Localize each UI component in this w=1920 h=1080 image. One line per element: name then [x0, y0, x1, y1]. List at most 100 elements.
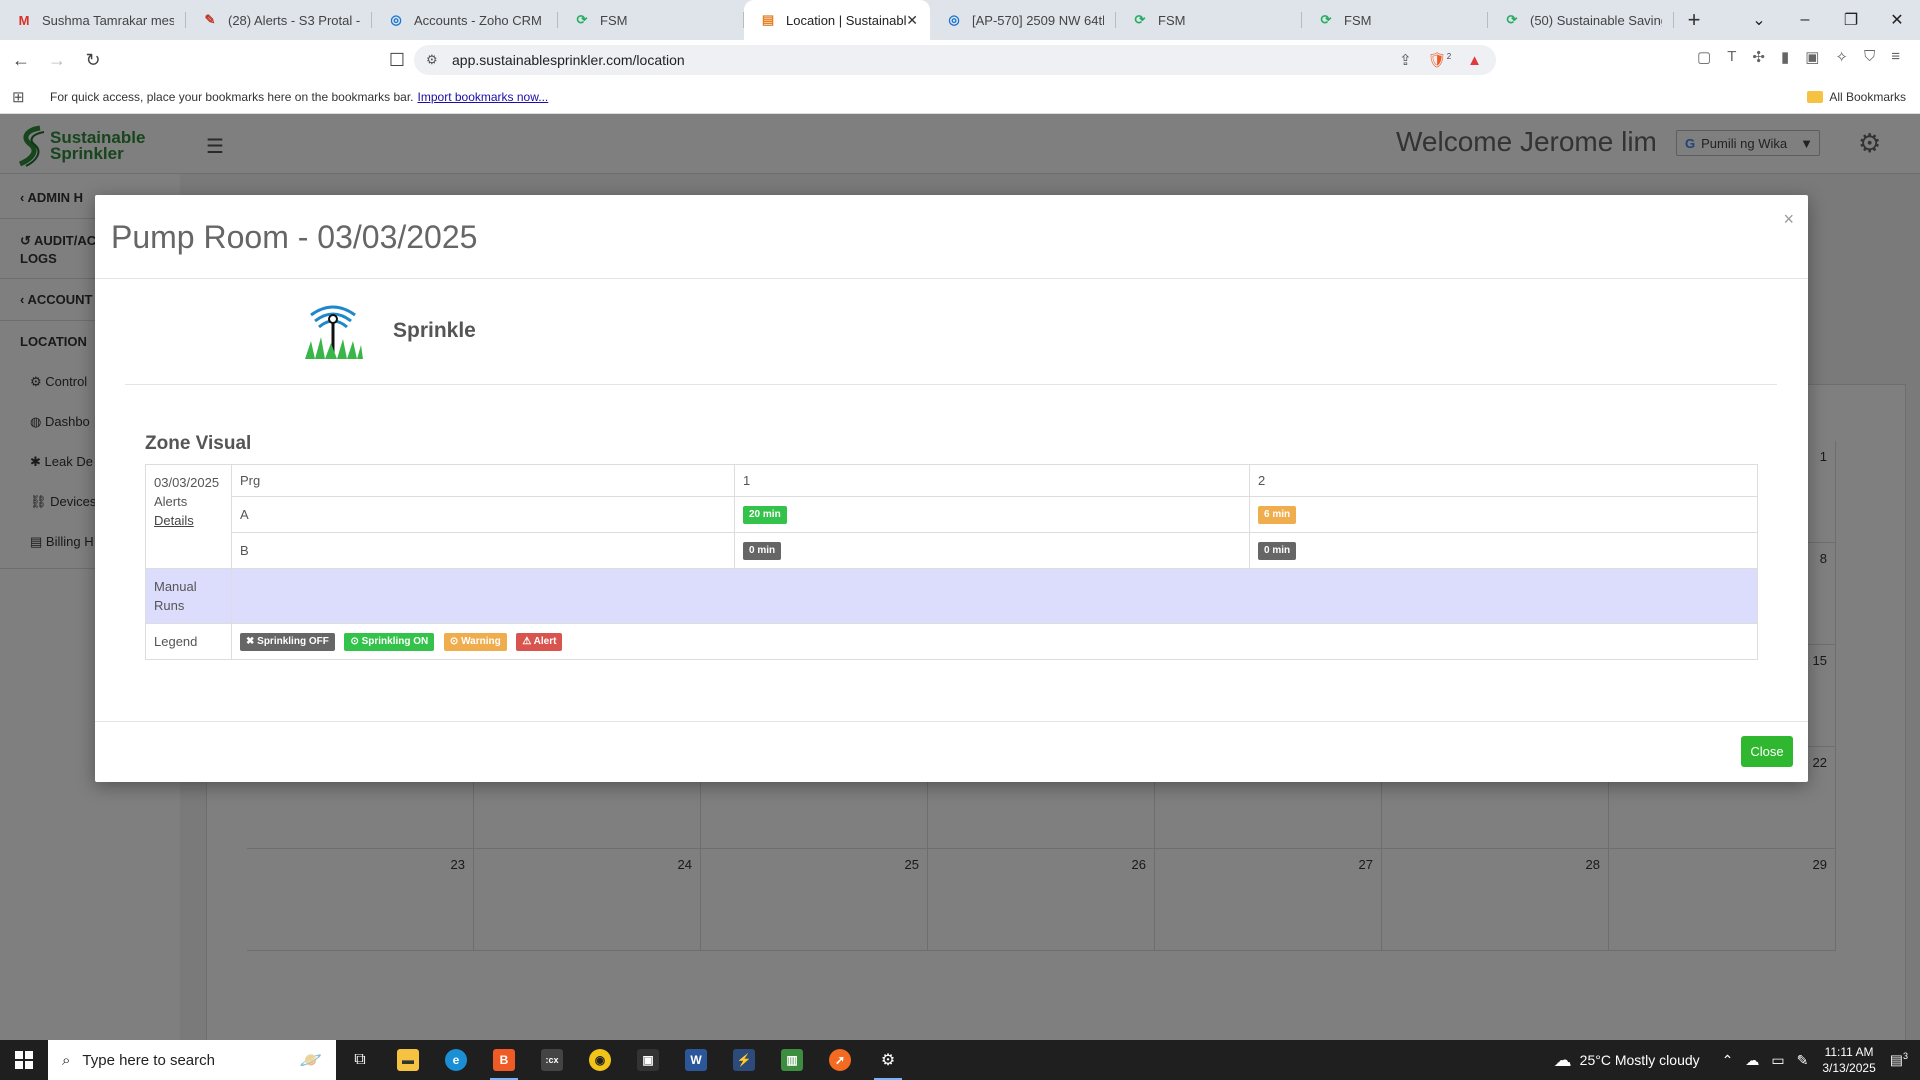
- search-placeholder: Type here to search: [82, 1051, 215, 1069]
- manual-runs-row: Manual Runs: [145, 568, 1758, 624]
- browser-tab[interactable]: ⟳ FSM: [1116, 0, 1302, 40]
- table-row: A 20 min 6 min: [146, 496, 1758, 533]
- site-info-icon[interactable]: ⚙: [426, 52, 438, 68]
- sidebar-toggle-icon[interactable]: ▮: [1781, 48, 1789, 66]
- legend-row: Legend ✖ Sprinkling OFF ⊙ Sprinkling ON …: [145, 623, 1758, 660]
- window-controls: ⌄ – ❐ ✕: [1736, 0, 1920, 40]
- extensions-toolbar: ▢ T ✣ ▮ ▣ ✧ ⛉ ≡: [1697, 48, 1900, 66]
- brave-shields-icon[interactable]: 🛡2: [1428, 51, 1452, 69]
- remote-app-icon[interactable]: ◉: [576, 1040, 624, 1080]
- browser-tab-label: Accounts - Zoho CRM: [414, 12, 542, 28]
- program-modal: Pump Room - 03/03/2025 × Sprinkle Zone V…: [95, 195, 1808, 782]
- url-bar[interactable]: ⚙ app.sustainablesprinkler.com/location …: [414, 45, 1496, 75]
- close-icon[interactable]: ×: [1783, 209, 1794, 230]
- program-name: Sprinkle: [393, 319, 476, 342]
- legend-label: Legend: [145, 623, 232, 660]
- xlsx-app-icon[interactable]: :cx: [528, 1040, 576, 1080]
- flag-icon: ▤: [761, 12, 775, 27]
- fsm-icon: ⟳: [1134, 12, 1146, 27]
- tab-search-icon[interactable]: ⌄: [1736, 10, 1782, 30]
- clock-date: 3/13/2025: [1822, 1061, 1876, 1075]
- modal-header: Pump Room - 03/03/2025 ×: [95, 195, 1808, 279]
- browser-tab[interactable]: ◎ [AP-570] 2509 NW 64th B: [930, 0, 1116, 40]
- share-icon[interactable]: ⇪: [1399, 51, 1412, 69]
- weather-text[interactable]: 25°C Mostly cloudy: [1580, 1052, 1700, 1068]
- brave-icon[interactable]: B: [480, 1040, 528, 1080]
- legend-cell: ✖ Sprinkling OFF ⊙ Sprinkling ON ⊙ Warni…: [231, 623, 1758, 660]
- modal-title: Pump Room - 03/03/2025: [111, 219, 478, 255]
- fsm-icon: ⟳: [1506, 12, 1518, 27]
- task-view-icon[interactable]: ⧉: [336, 1040, 384, 1080]
- compass-app-icon[interactable]: ➚: [816, 1040, 864, 1080]
- program-cell: B: [231, 532, 735, 569]
- status-badge: 6 min: [1258, 506, 1297, 524]
- browser-tab[interactable]: ▤ Location | Sustainabl ✕: [744, 0, 930, 40]
- vpn-icon[interactable]: ⛉: [1864, 48, 1875, 66]
- tray-chevron-icon[interactable]: ⌃: [1722, 1052, 1734, 1069]
- browser-tab[interactable]: ⟳ FSM: [558, 0, 744, 40]
- back-button[interactable]: ←: [6, 50, 36, 71]
- apps-grid-icon[interactable]: ⊞: [12, 88, 32, 106]
- zone-header: 1: [734, 464, 1250, 497]
- browser-tab-label: [AP-570] 2509 NW 64th B: [972, 12, 1104, 28]
- browser-tab-label: FSM: [1344, 12, 1372, 28]
- manual-runs-label: Manual Runs: [145, 568, 232, 624]
- word-icon[interactable]: W: [672, 1040, 720, 1080]
- import-bookmarks-link[interactable]: Import bookmarks now...: [418, 90, 549, 104]
- status-badge: 0 min: [1258, 542, 1297, 560]
- fsm-icon: ⟳: [1320, 12, 1332, 27]
- start-button[interactable]: [0, 1040, 48, 1080]
- edge-icon[interactable]: e: [432, 1040, 480, 1080]
- file-explorer-icon[interactable]: ▬: [384, 1040, 432, 1080]
- program-row: Sprinkle: [125, 297, 1777, 385]
- browser-tab-label: Location | Sustainabl: [786, 12, 907, 28]
- table-row: 03/03/2025 Alerts Details Prg 1 2: [145, 464, 1758, 569]
- system-tray: ☁ 25°C Mostly cloudy ⌃ ☁ ▭ ✎ 11:11 AM 3/…: [1554, 1040, 1920, 1080]
- browser-tab[interactable]: ⟳ (50) Sustainable Savings, L: [1488, 0, 1674, 40]
- zone-cell: 20 min: [734, 496, 1250, 533]
- extension-icon[interactable]: ▢: [1697, 48, 1711, 66]
- restore-button[interactable]: ❐: [1828, 10, 1874, 30]
- clock-time: 11:11 AM: [1824, 1045, 1874, 1059]
- new-tab-button[interactable]: +: [1674, 7, 1714, 33]
- address-bar-row: ← → ↻ ☐ ⚙ app.sustainablesprinkler.com/l…: [0, 40, 1920, 80]
- menu-icon[interactable]: ≡: [1891, 48, 1900, 66]
- zone-visual-table: 03/03/2025 Alerts Details Prg 1 2 A 20 m…: [145, 464, 1758, 660]
- alerts-label: Alerts: [154, 494, 188, 509]
- forward-button[interactable]: →: [42, 50, 72, 71]
- reader-mode-icon[interactable]: T: [1727, 48, 1736, 66]
- terminal-icon[interactable]: ▣: [624, 1040, 672, 1080]
- browser-tab[interactable]: ⟳ FSM: [1302, 0, 1488, 40]
- weather-cloud-icon: ☁: [1553, 1049, 1572, 1070]
- excel-chart-icon[interactable]: ▥: [768, 1040, 816, 1080]
- close-button[interactable]: Close: [1741, 736, 1793, 767]
- taskbar-search[interactable]: ⌕ Type here to search 🪐: [48, 1040, 336, 1080]
- minimize-button[interactable]: –: [1782, 11, 1828, 29]
- onedrive-icon[interactable]: ☁: [1745, 1052, 1759, 1069]
- browser-tab[interactable]: M Sushma Tamrakar messag: [0, 0, 186, 40]
- reload-button[interactable]: ↻: [78, 50, 108, 71]
- tab-close-icon[interactable]: ✕: [906, 12, 918, 29]
- browser-tab[interactable]: ✎ (28) Alerts - S3 Protal - Ta: [186, 0, 372, 40]
- details-link[interactable]: Details: [154, 513, 194, 528]
- brave-rewards-icon[interactable]: ▲: [1467, 52, 1482, 69]
- manual-runs-line-2: Runs: [154, 598, 185, 613]
- zone-cell: 0 min: [734, 532, 1250, 569]
- notification-icon[interactable]: ▤3: [1890, 1051, 1908, 1069]
- pen-icon[interactable]: ✎: [1797, 1052, 1809, 1069]
- bookmark-icon[interactable]: ☐: [382, 50, 412, 71]
- all-bookmarks-button[interactable]: All Bookmarks: [1807, 90, 1906, 104]
- zone-cell: 6 min: [1249, 496, 1758, 533]
- wallet-icon[interactable]: ▣: [1805, 48, 1819, 66]
- extensions-puzzle-icon[interactable]: ✣: [1752, 48, 1765, 66]
- folder-icon: [1807, 90, 1824, 103]
- sql-tool-icon[interactable]: ⚡: [720, 1040, 768, 1080]
- close-window-button[interactable]: ✕: [1874, 10, 1920, 30]
- leo-ai-icon[interactable]: ✧: [1835, 48, 1848, 66]
- sprinkler-icon: [305, 305, 363, 359]
- settings-app-icon[interactable]: ⚙: [864, 1040, 912, 1080]
- network-icon[interactable]: ▭: [1771, 1052, 1784, 1069]
- clock[interactable]: 11:11 AM 3/13/2025: [1822, 1044, 1875, 1076]
- date-cell: 03/03/2025 Alerts Details: [145, 464, 232, 569]
- browser-tab[interactable]: ◎ Accounts - Zoho CRM: [372, 0, 558, 40]
